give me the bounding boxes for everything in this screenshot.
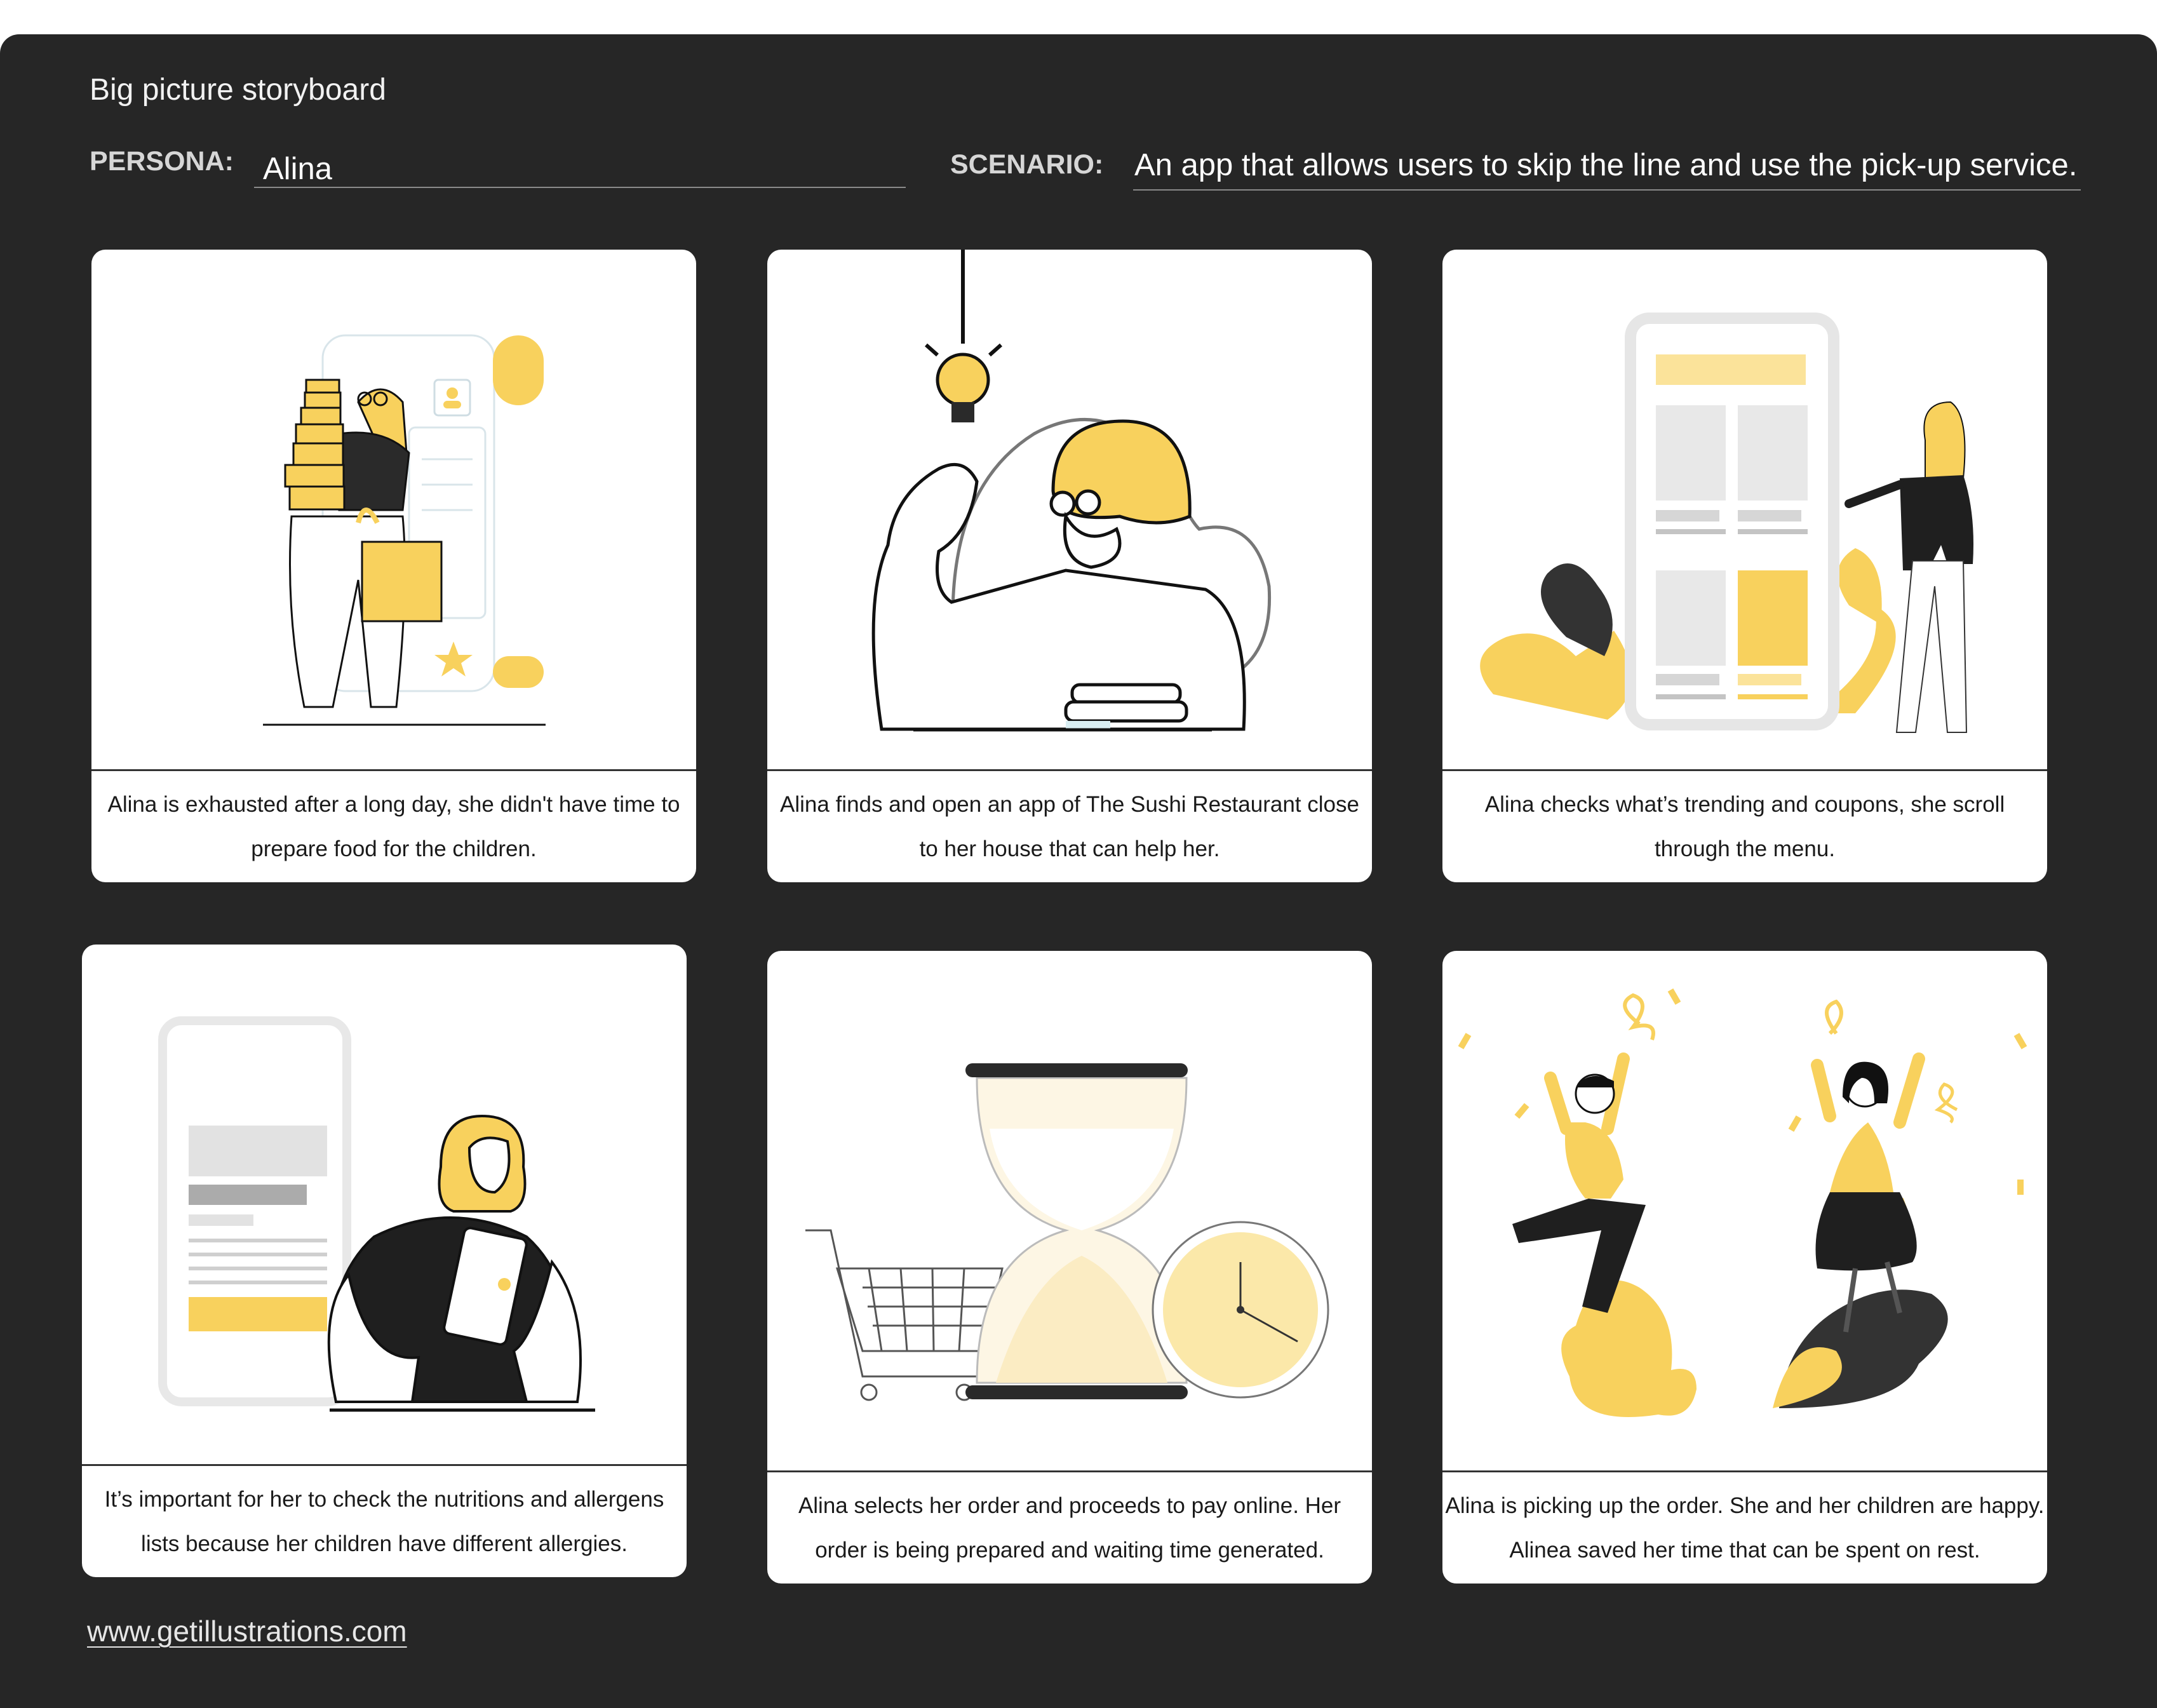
storyboard-panel-1: Alina is exhausted after a long day, she… — [91, 250, 696, 882]
panel-caption: Alina selects her order and proceeds to … — [798, 1493, 1341, 1563]
page-title: Big picture storyboard — [90, 73, 386, 107]
panel-caption: Alina checks what’s trending and coupons… — [1484, 792, 2005, 861]
happy-jumping-family-illustration — [1458, 988, 2027, 1417]
storyboard-panel-3: Alina checks what’s trending and coupons… — [1442, 250, 2047, 882]
scenario-field[interactable]: An app that allows users to skip the lin… — [1133, 147, 2081, 191]
tired-woman-carrying-boxes-illustration — [263, 334, 546, 726]
browsing-menu-app-illustration — [1480, 313, 1973, 733]
storyboard-panel-2: Alina finds and open an app of The Sushi… — [767, 250, 1372, 882]
panel-divider — [1442, 769, 2047, 771]
panel-caption: Alina is exhausted after a long day, she… — [107, 792, 680, 861]
persona-label: PERSONA: — [90, 146, 234, 177]
panel-divider — [767, 1470, 1372, 1472]
panel-caption: Alina is picking up the order. She and h… — [1445, 1493, 2045, 1563]
footer-website-link[interactable]: www.getillustrations.com — [87, 1614, 407, 1648]
panel-caption: It’s important for her to check the nutr… — [104, 1487, 664, 1556]
idea-lightbulb-woman-illustration — [871, 250, 1272, 732]
hourglass-cart-clock-illustration — [805, 1063, 1329, 1401]
persona-field[interactable]: Alina — [254, 151, 906, 188]
panel-divider — [82, 1464, 687, 1466]
scenario-label: SCENARIO: — [950, 149, 1104, 180]
panel-divider — [1442, 1470, 2047, 1472]
storyboard-panel-4: It’s important for her to check the nutr… — [82, 945, 687, 1577]
storyboard-panel-5: Alina selects her order and proceeds to … — [767, 951, 1372, 1584]
panel-caption: Alina finds and open an app of The Sushi… — [780, 792, 1359, 861]
panel-divider — [767, 769, 1372, 771]
checking-nutrition-list-illustration — [158, 1016, 595, 1412]
storyboard-panel-6: Alina is picking up the order. She and h… — [1442, 951, 2047, 1584]
panel-divider — [91, 769, 696, 771]
